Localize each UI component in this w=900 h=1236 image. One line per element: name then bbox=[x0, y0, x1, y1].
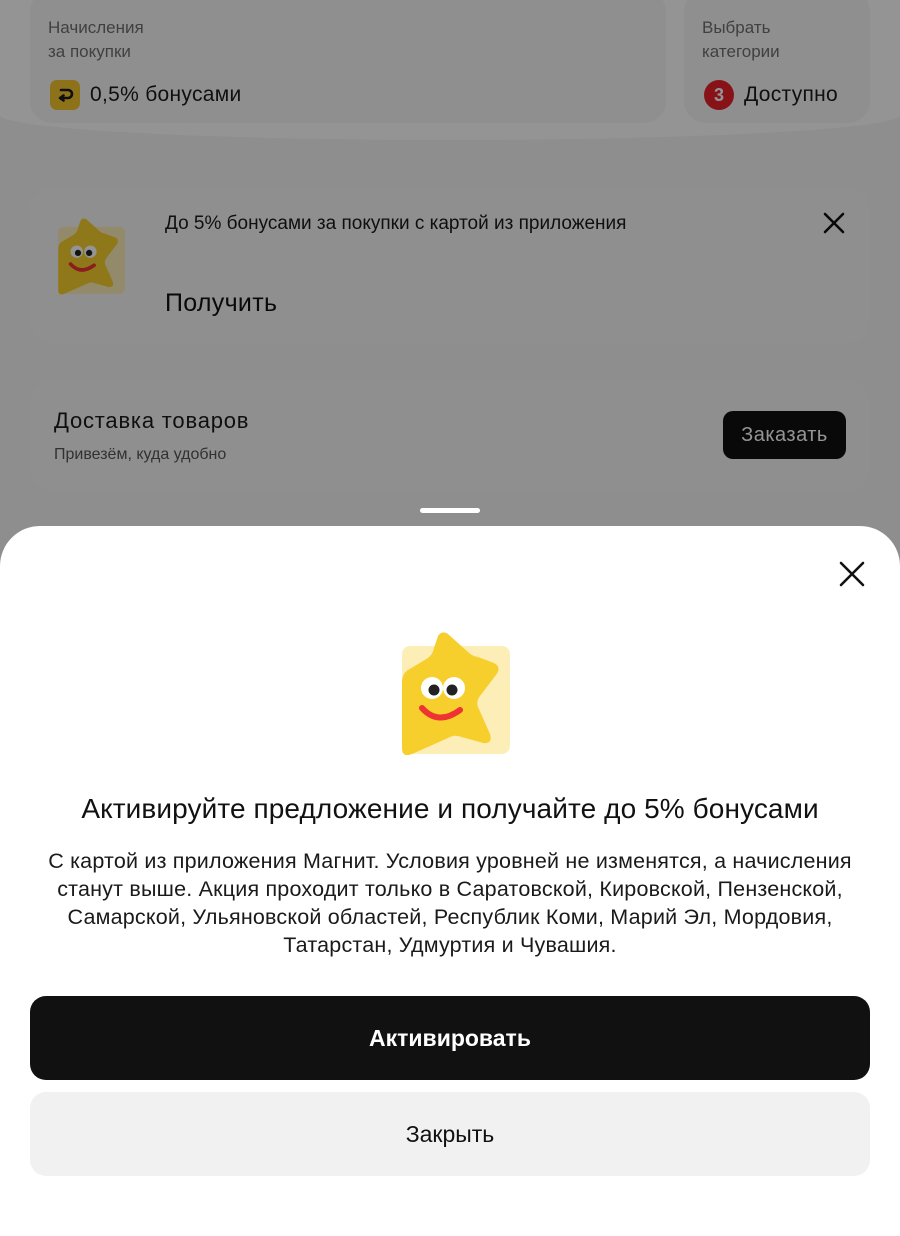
star-mascot-icon bbox=[402, 632, 510, 756]
sheet-drag-handle[interactable] bbox=[420, 508, 480, 513]
sheet-description: С картой из приложения Магнит. Условия у… bbox=[48, 849, 852, 957]
sheet-title: Активируйте предложение и получайте до 5… bbox=[81, 793, 819, 824]
activate-button[interactable]: Активировать bbox=[30, 996, 870, 1080]
close-icon[interactable] bbox=[836, 558, 868, 590]
close-button[interactable]: Закрыть bbox=[30, 1092, 870, 1176]
